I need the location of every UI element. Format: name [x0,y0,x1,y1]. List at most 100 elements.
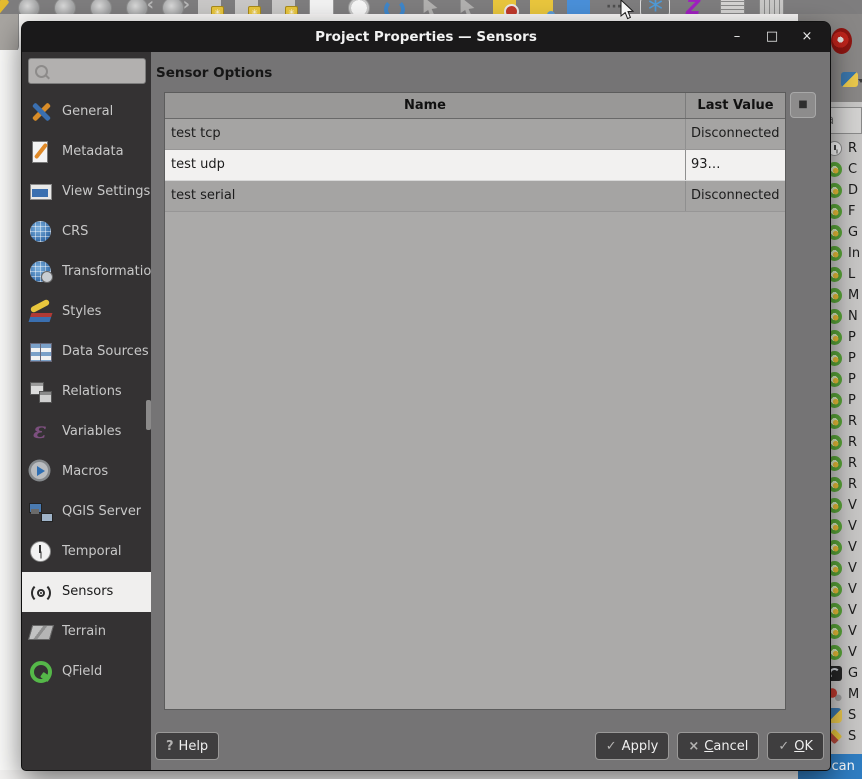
panel-item-label: In [848,246,861,261]
zoom-full-icon[interactable] [18,0,40,14]
select-icon[interactable] [423,0,438,14]
panel-item-label: V [848,645,857,660]
minimize-button[interactable]: – [724,26,750,48]
cancel-label: Cancel [704,738,749,754]
qgis-server-icon [28,500,54,524]
check-icon: ✓ [778,738,790,754]
window-controls: – □ × [724,26,830,48]
panel-item-label: V [848,498,857,513]
project-properties-dialog: Project Properties — Sensors – □ × Gener… [22,22,830,770]
help-button[interactable]: ? Help [155,732,220,760]
layout-manager-icon[interactable] [309,0,334,14]
refresh-icon[interactable] [384,0,405,14]
draw-icon[interactable] [0,0,10,14]
dialog-footer: ? Help ✓ Apply × Cancel ✓ OK [155,732,824,760]
sidebar-item[interactable]: View Settings [22,172,151,212]
panel-item-label: N [848,309,858,324]
zoom-in-icon[interactable] [54,0,76,14]
variables-icon [28,418,54,444]
sidebar-item-label: Terrain [62,624,107,640]
close-button[interactable]: × [794,26,820,48]
sidebar-item-label: Temporal [62,544,122,560]
panel-item-label: G [848,666,859,681]
table-row[interactable]: test serial Disconnected [165,181,785,212]
sensor-name-cell[interactable]: test udp [165,150,685,180]
panel-item-label: V [848,540,857,555]
sidebar-item[interactable]: Terrain [22,612,151,652]
maximize-button[interactable]: □ [759,26,785,48]
sensor-last-value-cell[interactable]: 93… [685,150,785,180]
transformations-icon [28,260,54,284]
sidebar-item[interactable]: Transformations [22,252,151,292]
measure-icon[interactable] [759,0,784,14]
processing-toolbox-icon[interactable] [641,0,669,14]
sidebar-item[interactable]: Relations [22,372,151,412]
panel-item-label: P [848,393,856,408]
zoom-out-icon[interactable] [90,0,112,14]
new-map-view-icon[interactable] [198,0,224,14]
sidebar-item[interactable]: QField [22,652,151,692]
table-menu-button[interactable]: ■ [790,92,816,118]
main-toolbar [0,0,862,14]
dialog-titlebar[interactable]: Project Properties — Sensors – □ × [22,22,830,52]
sidebar-item[interactable]: CRS [22,212,151,252]
apply-button[interactable]: ✓ Apply [594,732,670,760]
sidebar-item-label: Styles [62,304,102,320]
cancel-button[interactable]: × Cancel [677,732,760,760]
dialog-title: Project Properties — Sensors [315,29,537,45]
sidebar-item[interactable]: Data Sources [22,332,151,372]
table-row[interactable]: test tcp Disconnected [165,119,785,150]
zoom-next-icon[interactable] [162,0,190,14]
sensor-name-cell[interactable]: test serial [165,181,685,211]
sidebar-search-input[interactable] [28,58,146,84]
zoom-last-icon[interactable] [126,0,154,14]
sidebar-item[interactable]: Sensors [22,572,151,612]
data-sources-icon [28,340,54,364]
dialog-body: General Metadata View Settings CRS Trans… [22,52,830,770]
table-rows: test tcp Disconnected test udp 93… test … [165,119,785,212]
sensor-last-value-cell[interactable]: Disconnected [685,119,785,149]
column-header-name[interactable]: Name [165,93,685,118]
panel-item-label: V [848,603,857,618]
sensor-options-panel: Sensor Options Name Last Value test tcp … [151,52,830,770]
sidebar-item[interactable]: Metadata [22,132,151,172]
sidebar-item[interactable]: Macros [22,452,151,492]
ok-button[interactable]: ✓ OK [767,732,824,760]
new-layout-icon[interactable] [272,0,298,14]
attribute-table-icon[interactable] [720,0,745,14]
sidebar-item-label: View Settings [62,184,151,200]
panel-item-label: D [848,183,859,198]
temporal-controller-icon[interactable] [348,0,370,14]
azimuth-icon[interactable] [683,0,706,14]
apply-label: Apply [621,738,659,754]
qfield-icon [28,660,54,684]
identify-icon[interactable] [567,0,590,14]
sidebar-item-label: QField [62,664,103,680]
table-header: Name Last Value [165,93,785,119]
new-3d-map-icon[interactable] [235,0,261,14]
column-header-last-value[interactable]: Last Value [685,93,785,118]
sidebar-item[interactable]: Variables [22,412,151,452]
sidebar-item-label: QGIS Server [62,504,142,520]
panel-item-label: S [848,729,857,744]
sensor-name-cell[interactable]: test tcp [165,119,685,149]
sidebar-item[interactable]: Temporal [22,532,151,572]
sidebar-item[interactable]: Styles [22,292,151,332]
sensors-table: Name Last Value test tcp Disconnected te… [164,92,786,710]
label-icon[interactable] [530,0,555,14]
panel-item-label: M [848,687,860,702]
sensors-icon [28,580,54,604]
sidebar-item[interactable]: QGIS Server [22,492,151,532]
panel-item-label: G [848,225,859,240]
table-row[interactable]: test udp 93… [165,150,785,181]
toggle-editing-icon[interactable] [493,0,519,14]
panel-item-label: R [848,414,858,429]
python-console-icon[interactable] [841,72,862,87]
left-dock-tab [0,14,19,52]
crs-icon [28,220,54,244]
panel-item-label: F [848,204,856,219]
deselect-icon[interactable] [460,0,475,14]
dialog-sidebar: General Metadata View Settings CRS Trans… [22,52,151,770]
sensor-last-value-cell[interactable]: Disconnected [685,181,785,211]
sidebar-item[interactable]: General [22,92,151,132]
